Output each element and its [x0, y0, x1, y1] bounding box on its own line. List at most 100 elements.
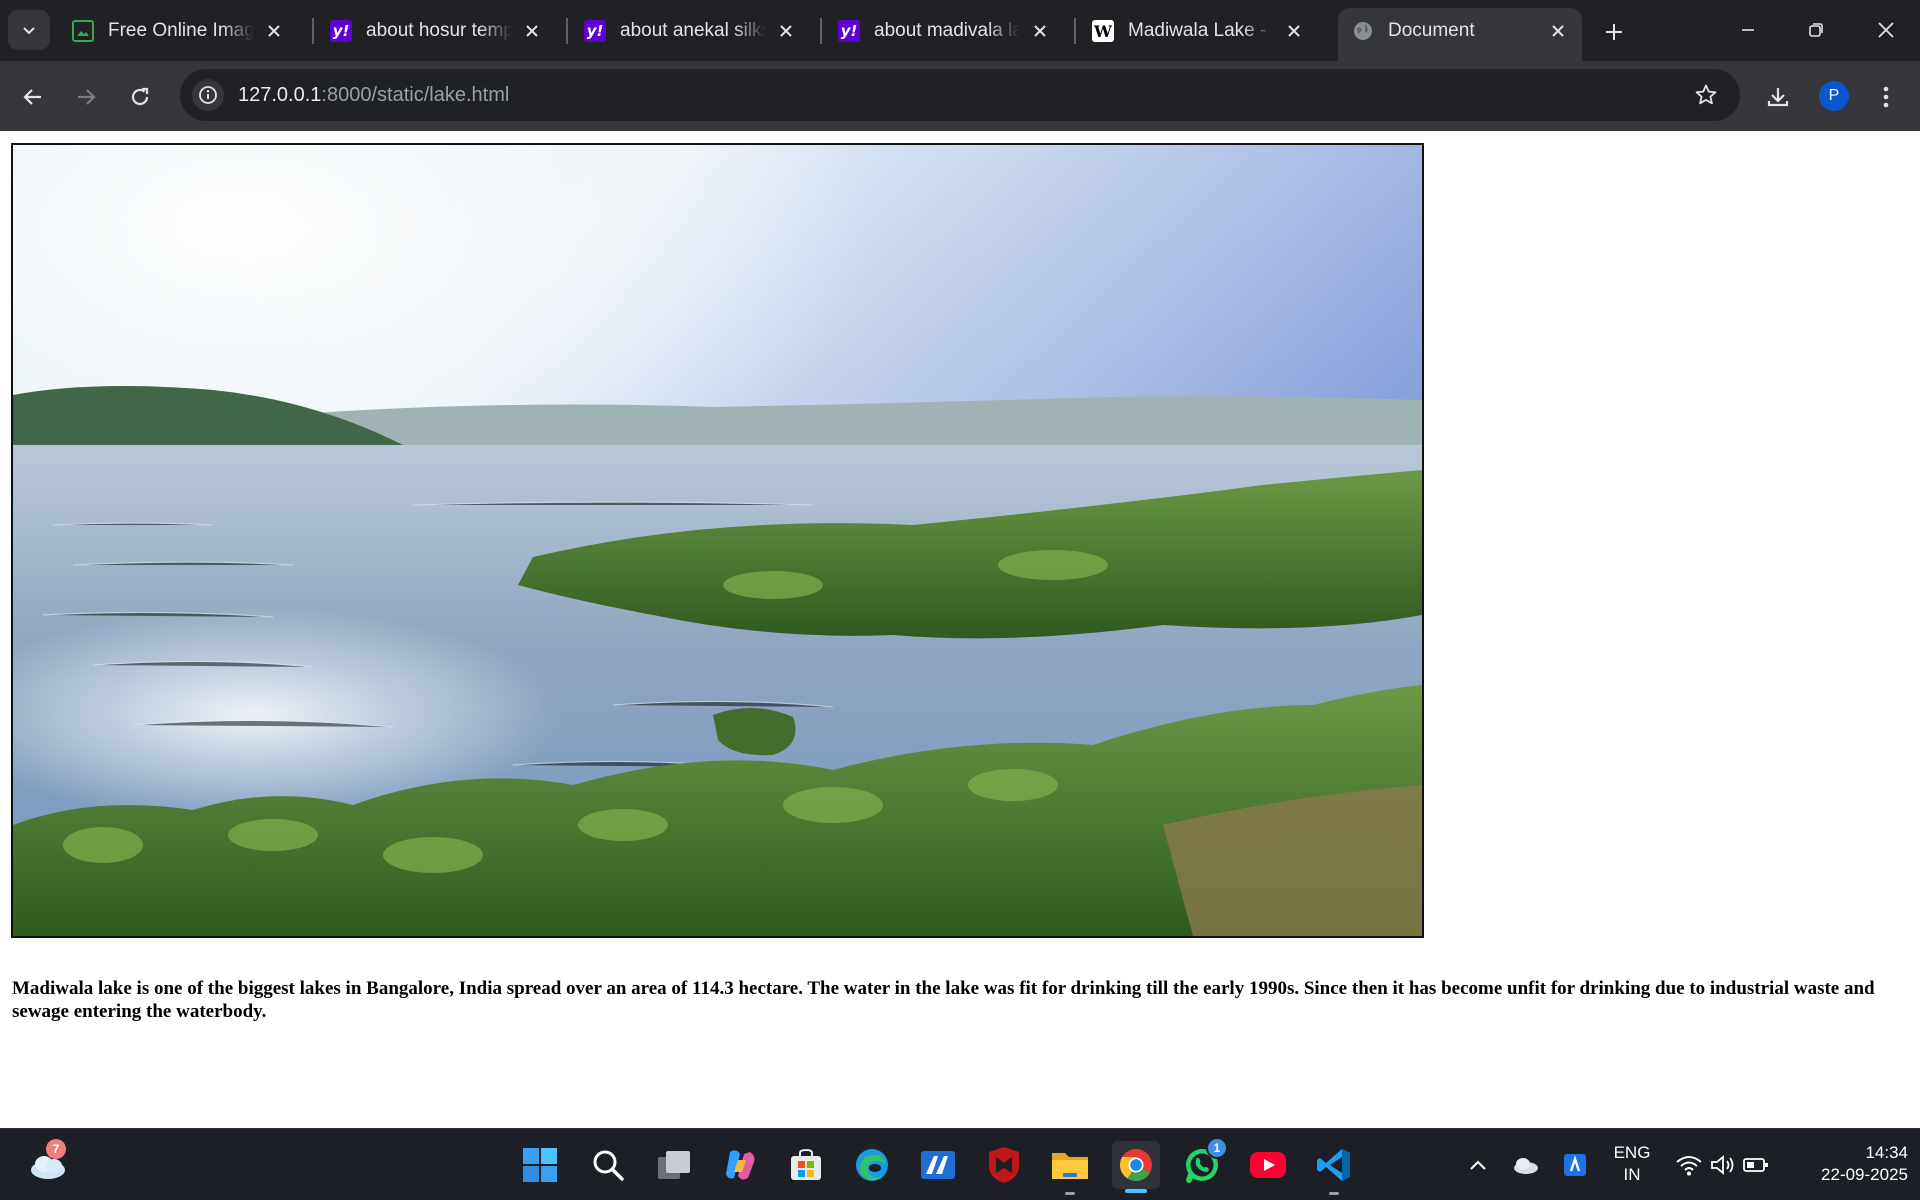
back-button[interactable] — [13, 77, 53, 117]
start-button[interactable] — [516, 1141, 564, 1189]
plus-icon — [1606, 24, 1622, 40]
arrow-right-icon — [78, 89, 96, 105]
tray-app-icon — [1564, 1154, 1586, 1176]
youtube-button[interactable] — [1244, 1141, 1292, 1189]
browser-menu-button[interactable] — [1866, 77, 1906, 117]
tab-separator — [312, 18, 314, 44]
chevron-down-icon — [23, 27, 35, 35]
tab-about-madivala[interactable]: y! about madivala lak — [824, 8, 1064, 54]
weather-badge: 7 — [46, 1139, 66, 1159]
clock-time: 14:34 — [1865, 1143, 1908, 1162]
tab-separator — [820, 18, 822, 44]
battery-icon — [1743, 1158, 1768, 1172]
downloads-button[interactable] — [1758, 77, 1798, 117]
show-hidden-icons-button[interactable] — [1454, 1141, 1502, 1189]
url-host: 127.0.0.1 — [238, 83, 322, 106]
language-region: IN — [1623, 1165, 1641, 1184]
mcafee-icon — [989, 1147, 1019, 1183]
close-window-button[interactable] — [1858, 8, 1914, 52]
minimize-icon — [1742, 29, 1754, 31]
site-info-icon[interactable] — [192, 79, 224, 111]
mcafee-button[interactable] — [980, 1141, 1028, 1189]
forward-button[interactable] — [66, 77, 106, 117]
lake-description: Madiwala lake is one of the biggest lake… — [12, 978, 1875, 1022]
edge-button[interactable] — [848, 1141, 896, 1189]
weather-widget[interactable]: 7 — [24, 1139, 72, 1189]
tab-title: Free Online Image — [108, 20, 254, 41]
close-tab-icon[interactable] — [1026, 17, 1054, 45]
clock-date: 22-09-2025 — [1821, 1165, 1908, 1184]
reload-icon — [131, 87, 149, 106]
tab-title: about anekal silks — [620, 20, 766, 41]
globe-icon — [1352, 20, 1374, 42]
browser-toolbar: 127.0.0.1:8000/static/lake.html P — [0, 61, 1920, 131]
tab-madiwala-lake-wikipedia[interactable]: W Madiwala Lake - W — [1078, 8, 1318, 54]
close-tab-icon[interactable] — [772, 17, 800, 45]
windows-taskbar: 7 1 ENG IN 14:34 22-09-2025 — [0, 1128, 1920, 1200]
tab-title: Madiwala Lake - W — [1128, 20, 1274, 41]
wifi-icon — [1676, 1156, 1702, 1176]
download-icon — [1767, 88, 1789, 107]
close-tab-icon[interactable] — [1544, 17, 1572, 45]
image-editor-icon — [72, 20, 94, 42]
vscode-icon — [1317, 1149, 1350, 1181]
tab-strip: Free Online Image y! about hosur templ y… — [0, 0, 1920, 61]
tab-separator — [1074, 18, 1076, 44]
taskbar-search-button[interactable] — [584, 1141, 632, 1189]
yahoo-icon: y! — [584, 20, 606, 42]
copilot-icon — [726, 1150, 755, 1180]
language-code: ENG — [1613, 1143, 1651, 1162]
new-tab-button[interactable] — [1596, 14, 1632, 50]
anydesk-button[interactable] — [914, 1141, 962, 1189]
anydesk-icon — [921, 1151, 955, 1179]
start-icon — [523, 1148, 557, 1182]
tray-app-button[interactable] — [1553, 1141, 1597, 1189]
tab-free-online-image[interactable]: Free Online Image — [58, 8, 298, 54]
wikipedia-icon: W — [1092, 20, 1114, 42]
url-text: 127.0.0.1:8000/static/lake.html — [238, 84, 509, 107]
yahoo-icon: y! — [838, 20, 860, 42]
tab-separator — [566, 18, 568, 44]
tab-title: about madivala lak — [874, 20, 1020, 41]
close-tab-icon[interactable] — [518, 17, 546, 45]
url-path: :8000/static/lake.html — [321, 83, 510, 106]
task-view-icon — [658, 1151, 690, 1179]
file-explorer-button[interactable] — [1046, 1141, 1094, 1195]
whatsapp-button[interactable]: 1 — [1178, 1137, 1228, 1189]
reload-button[interactable] — [120, 77, 160, 117]
edge-icon — [856, 1149, 888, 1181]
restore-button[interactable] — [1788, 8, 1844, 52]
profile-avatar[interactable]: P — [1819, 81, 1849, 111]
onedrive-icon — [1514, 1158, 1538, 1174]
minimize-button[interactable] — [1720, 8, 1776, 52]
onedrive-tray-button[interactable] — [1503, 1141, 1547, 1189]
tab-title: Document — [1388, 20, 1475, 41]
chevron-up-icon — [1470, 1160, 1486, 1170]
clock[interactable]: 14:34 22-09-2025 — [1784, 1142, 1908, 1186]
address-bar[interactable]: 127.0.0.1:8000/static/lake.html — [180, 69, 1740, 121]
whatsapp-badge: 1 — [1206, 1137, 1228, 1159]
tab-about-hosur[interactable]: y! about hosur templ — [316, 8, 556, 54]
language-indicator[interactable]: ENG IN — [1604, 1142, 1660, 1186]
tab-search-button[interactable] — [8, 10, 50, 50]
search-icon — [593, 1150, 624, 1181]
yahoo-icon: y! — [330, 20, 352, 42]
close-icon — [1878, 22, 1894, 38]
tab-about-anekal[interactable]: y! about anekal silks — [570, 8, 810, 54]
tab-title: about hosur templ — [366, 20, 512, 41]
copilot-button[interactable] — [716, 1141, 764, 1189]
more-vertical-icon — [1883, 86, 1889, 108]
close-tab-icon[interactable] — [260, 17, 288, 45]
chrome-button[interactable] — [1112, 1141, 1160, 1193]
close-tab-icon[interactable] — [1280, 17, 1308, 45]
microsoft-store-button[interactable] — [782, 1141, 830, 1189]
arrow-left-icon — [23, 89, 41, 105]
quick-settings-button[interactable] — [1666, 1141, 1778, 1189]
tab-document[interactable]: Document — [1338, 8, 1582, 61]
vscode-button[interactable] — [1310, 1141, 1358, 1195]
volume-icon — [1711, 1155, 1734, 1175]
restore-icon — [1809, 23, 1823, 37]
bookmark-star-icon[interactable] — [1692, 81, 1720, 109]
task-view-button[interactable] — [650, 1141, 698, 1189]
store-icon — [791, 1148, 821, 1180]
